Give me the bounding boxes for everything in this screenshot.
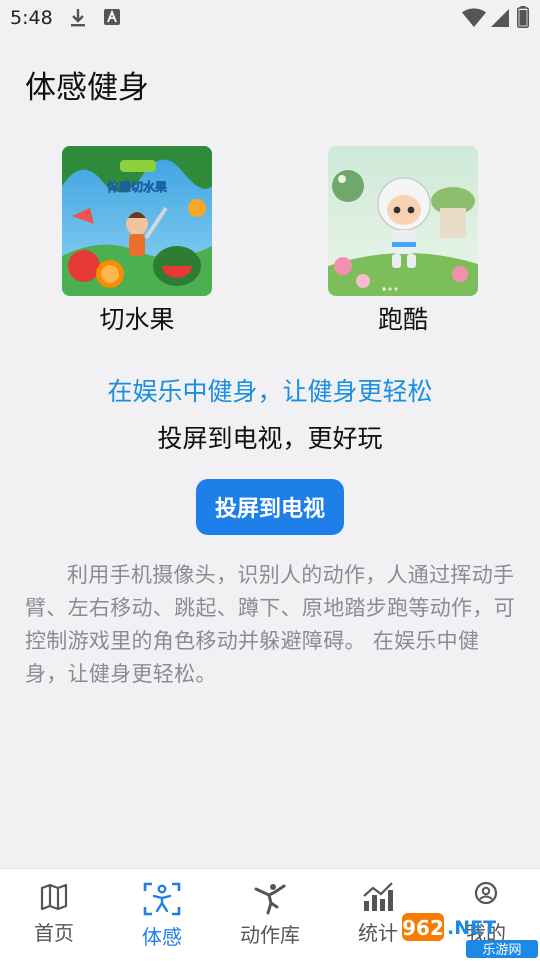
chart-icon — [363, 882, 393, 911]
font-app-icon — [103, 8, 121, 30]
yoga-icon — [254, 884, 286, 915]
game-name-fruit: 切水果 — [99, 305, 175, 334]
cast-to-tv-button[interactable]: 投屏到电视 — [196, 479, 344, 535]
game-card-fruit[interactable]: 体感切水果 切水果 — [57, 146, 217, 336]
status-time: 5:48 — [10, 7, 53, 29]
description-text: 利用手机摄像头，识别人的动作，人通过挥动手臂、左右移动、跳起、蹲下、原地踏步跑等… — [25, 563, 515, 686]
nav-label-motion: 体感 — [142, 925, 182, 949]
site-watermark: 962 .NET 乐游网 — [402, 913, 538, 958]
user-icon — [474, 881, 498, 905]
nav-label-actions: 动作库 — [240, 923, 300, 947]
game-card-parkour[interactable]: 跑酷 — [323, 146, 483, 336]
nav-item-actions[interactable]: 动作库 — [220, 881, 320, 948]
signal-icon — [490, 8, 510, 32]
game-name-parkour: 跑酷 — [377, 305, 428, 334]
nav-label-home: 首页 — [34, 921, 74, 945]
watermark-site-text: 乐游网 — [482, 943, 521, 958]
thumb-caption: 体感切水果 — [107, 179, 167, 194]
map-icon — [40, 883, 68, 911]
cast-hint-text: 投屏到电视，更好玩 — [157, 424, 383, 453]
download-icon — [69, 8, 87, 32]
nav-item-motion[interactable]: 体感 — [112, 881, 212, 950]
battery-icon — [517, 6, 529, 32]
slogan-text: 在娱乐中健身，让健身更轻松 — [107, 377, 433, 406]
parkour-game-thumbnail — [328, 146, 478, 296]
watermark-net-text: .NET — [447, 917, 496, 939]
nav-item-home[interactable]: 首页 — [4, 881, 104, 946]
wifi-icon — [462, 8, 486, 32]
fruit-game-thumbnail: 体感切水果 — [62, 146, 212, 296]
status-bar: 5:48 — [0, 0, 540, 36]
scan-person-icon — [143, 882, 181, 916]
watermark-logo-text: 962 — [402, 916, 444, 940]
page-title: 体感健身 — [25, 70, 149, 106]
